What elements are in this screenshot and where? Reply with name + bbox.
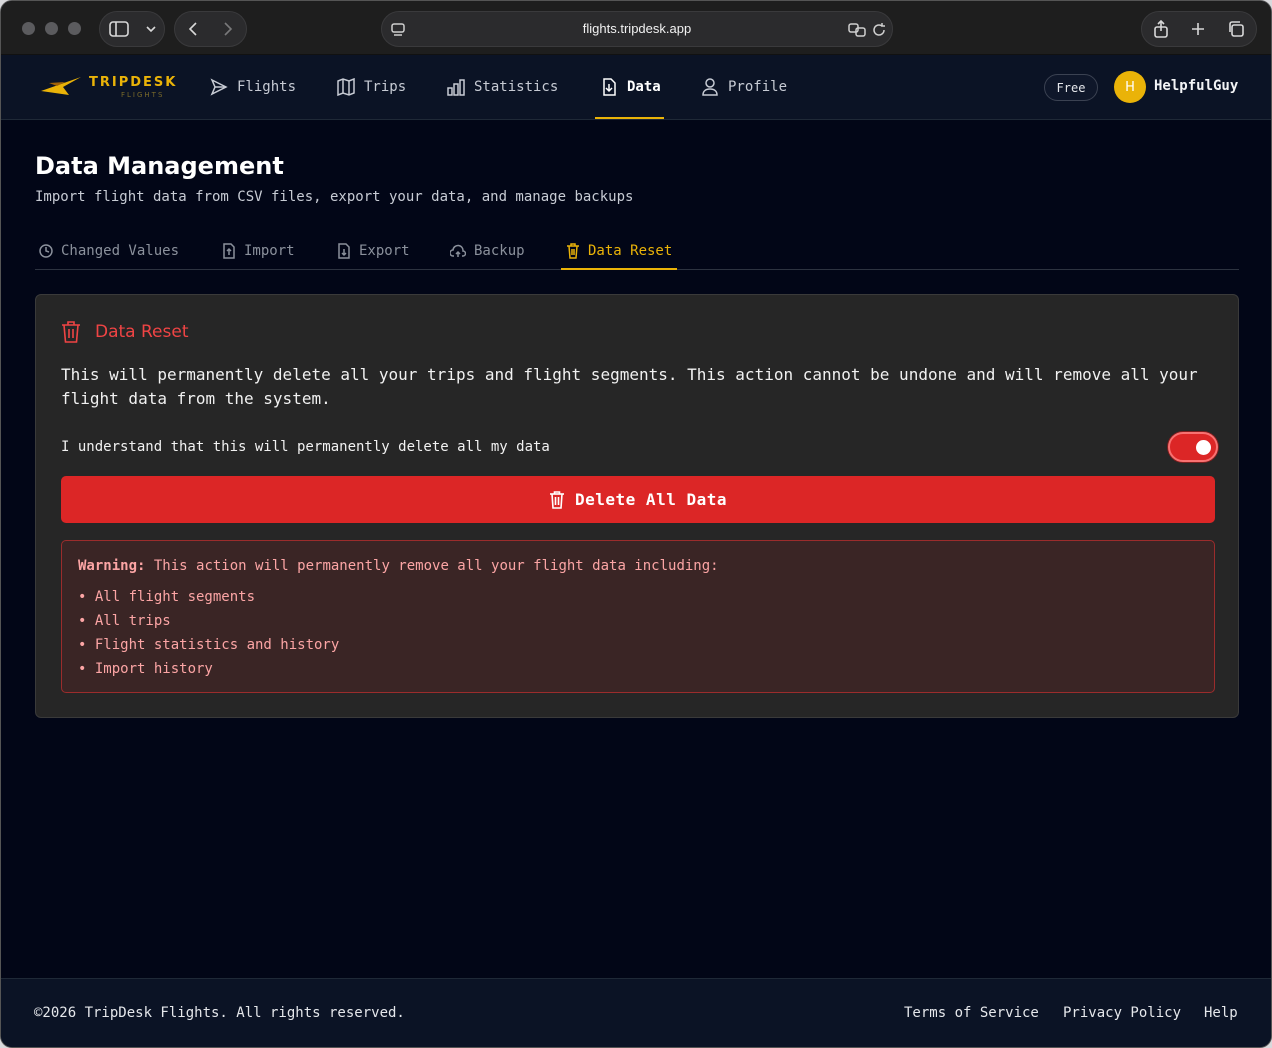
user-icon [702,78,718,96]
minimize-window-button[interactable] [45,22,58,35]
nav-statistics-label: Statistics [474,79,559,95]
share-icon[interactable] [1153,20,1169,38]
map-icon [337,78,355,96]
card-title: Data Reset [95,322,189,342]
reload-icon[interactable] [872,22,886,41]
url-text: flights.tripdesk.app [582,21,692,36]
privacy-link[interactable]: Privacy Policy [1063,1005,1181,1021]
confirm-label: I understand that this will permanently … [61,439,550,455]
tab-changed-values-label: Changed Values [61,243,180,259]
tab-overview-icon[interactable] [1227,20,1245,38]
back-icon[interactable] [188,21,198,37]
bar-chart-icon [447,79,465,96]
list-item: All flight segments [78,585,339,609]
warning-heading: Warning: This action will permanently re… [78,558,719,574]
nav-data[interactable]: Data [600,55,661,119]
tab-data-reset-label: Data Reset [588,243,673,259]
tab-export-label: Export [359,243,410,259]
tab-data-reset[interactable]: Data Reset [566,232,672,270]
warning-prefix: Warning: [78,558,146,574]
list-item: All trips [78,609,339,633]
sidebar-icon [108,21,129,37]
warning-text: This action will permanently remove all … [145,558,719,574]
warning-list: All flight segments All trips Flight sta… [78,585,339,681]
trash-icon [62,321,80,343]
nav-profile[interactable]: Profile [701,55,787,119]
tab-import-label: Import [244,243,295,259]
list-item: Flight statistics and history [78,633,339,657]
list-item: Import history [78,657,339,681]
forward-icon[interactable] [223,21,233,37]
close-window-button[interactable] [22,22,35,35]
username[interactable]: HelpfulGuy [1154,78,1238,94]
browser-toolbar: flights.tripdesk.app [1,1,1271,55]
help-link[interactable]: Help [1204,1005,1238,1021]
page-subtitle: Import flight data from CSV files, expor… [35,189,634,205]
toggle-knob [1196,440,1211,455]
file-import-icon [603,78,616,96]
plan-badge[interactable]: Free [1044,74,1098,101]
file-download-icon [338,243,350,259]
tab-changed-values[interactable]: Changed Values [39,232,179,270]
data-reset-card: Data Reset This will permanently delete … [35,294,1239,718]
reset-description: This will permanently delete all your tr… [61,365,1198,408]
new-tab-icon[interactable] [1190,21,1206,37]
cloud-upload-icon [450,244,466,257]
warning-box: Warning: This action will permanently re… [61,540,1215,693]
logo-subtext: FLIGHTS [121,91,165,99]
tab-active-indicator [561,268,677,270]
browser-window: flights.tripdesk.app TRIPDESK FLIGHTS Fl… [0,0,1272,1048]
tab-backup[interactable]: Backup [450,232,525,270]
nav-trips-label: Trips [364,79,407,95]
confirm-toggle[interactable] [1168,432,1218,462]
nav-data-label: Data [627,79,661,95]
app-navbar: TRIPDESK FLIGHTS Flights Trips Statistic… [1,55,1271,120]
address-bar[interactable]: flights.tripdesk.app [381,11,893,47]
tripdesk-logo[interactable]: TRIPDESK FLIGHTS [39,73,179,101]
delete-all-data-button[interactable]: Delete All Data [61,476,1215,523]
zoom-window-button[interactable] [68,22,81,35]
card-header: Data Reset [61,321,188,343]
page-title: Data Management [35,152,284,180]
chevron-down-icon [145,26,156,33]
logo-text: TRIPDESK [89,75,178,90]
tab-import[interactable]: Import [222,232,295,270]
tab-backup-label: Backup [474,243,525,259]
avatar[interactable]: H [1114,71,1146,103]
clock-icon [39,244,53,258]
send-icon [210,78,228,96]
trash-icon [550,490,564,509]
file-upload-icon [223,243,235,259]
nav-trips[interactable]: Trips [337,55,406,119]
tab-export[interactable]: Export [337,232,410,270]
translate-icon[interactable] [848,22,866,42]
terms-link[interactable]: Terms of Service [904,1005,1039,1021]
nav-flights-label: Flights [237,79,297,95]
nav-profile-label: Profile [728,79,788,95]
sidebar-toggle-button[interactable] [99,11,165,47]
nav-active-indicator [595,117,664,119]
data-tabs: Changed Values Import Export Backup Data… [35,232,1239,270]
nav-flights[interactable]: Flights [210,55,296,119]
browser-actions [1141,11,1257,47]
nav-statistics[interactable]: Statistics [447,55,558,119]
history-nav-buttons [174,11,247,47]
trash-icon [567,243,579,259]
copyright-text: ©2026 TripDesk Flights. All rights reser… [34,1005,405,1021]
page-footer: ©2026 TripDesk Flights. All rights reser… [1,978,1271,1047]
delete-button-label: Delete All Data [575,490,727,509]
plane-logo-icon [41,77,81,95]
